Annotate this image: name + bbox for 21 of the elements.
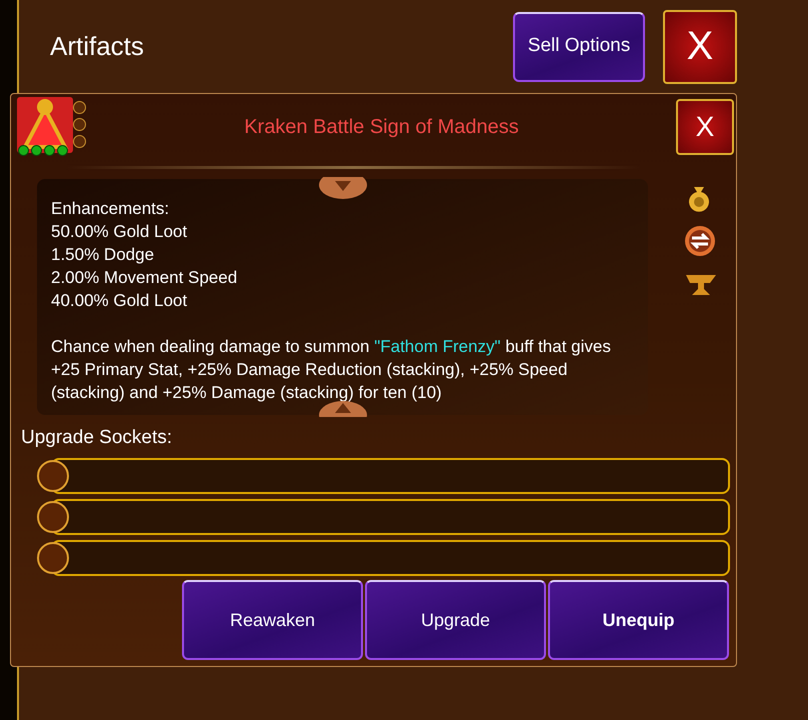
enhancement-line: 1.50% Dodge	[51, 244, 156, 266]
enhancements-heading: Enhancements:	[51, 198, 170, 220]
action-button[interactable]: Reawaken	[182, 580, 363, 660]
action-button[interactable]: Unequip	[548, 580, 729, 660]
page-title: Artifacts	[50, 31, 145, 62]
action-button[interactable]: Upgrade	[365, 580, 546, 660]
pendant-icon	[17, 97, 73, 153]
enhancement-line: 50.00% Gold Loot	[51, 221, 188, 243]
gem-slot-icon	[73, 135, 86, 148]
description-text: Chance when dealing damage to summon "Fathom Frenzy" buff that gives +25 Primary Stat, +25% Damage Reduction (stacking), +25% Speed (stacking) and +25% Damage (stacking) for ten (10)	[51, 336, 612, 404]
enhancement-line: 2.00% Movement Speed	[51, 267, 238, 289]
close-button[interactable]: X	[676, 99, 734, 155]
item-title: Kraken Battle Sign of Madness	[243, 116, 520, 138]
sell-options-button[interactable]: Sell Options	[513, 12, 645, 82]
scroll-up-icon[interactable]	[318, 177, 368, 201]
close-button[interactable]: X	[663, 10, 737, 84]
gem-slot-icon	[73, 118, 86, 131]
gem-slot-icon	[73, 101, 86, 114]
swap-icon[interactable]	[684, 225, 716, 257]
sockets-heading: Upgrade Sockets:	[21, 427, 174, 449]
enhancement-line: 40.00% Gold Loot	[51, 290, 188, 312]
